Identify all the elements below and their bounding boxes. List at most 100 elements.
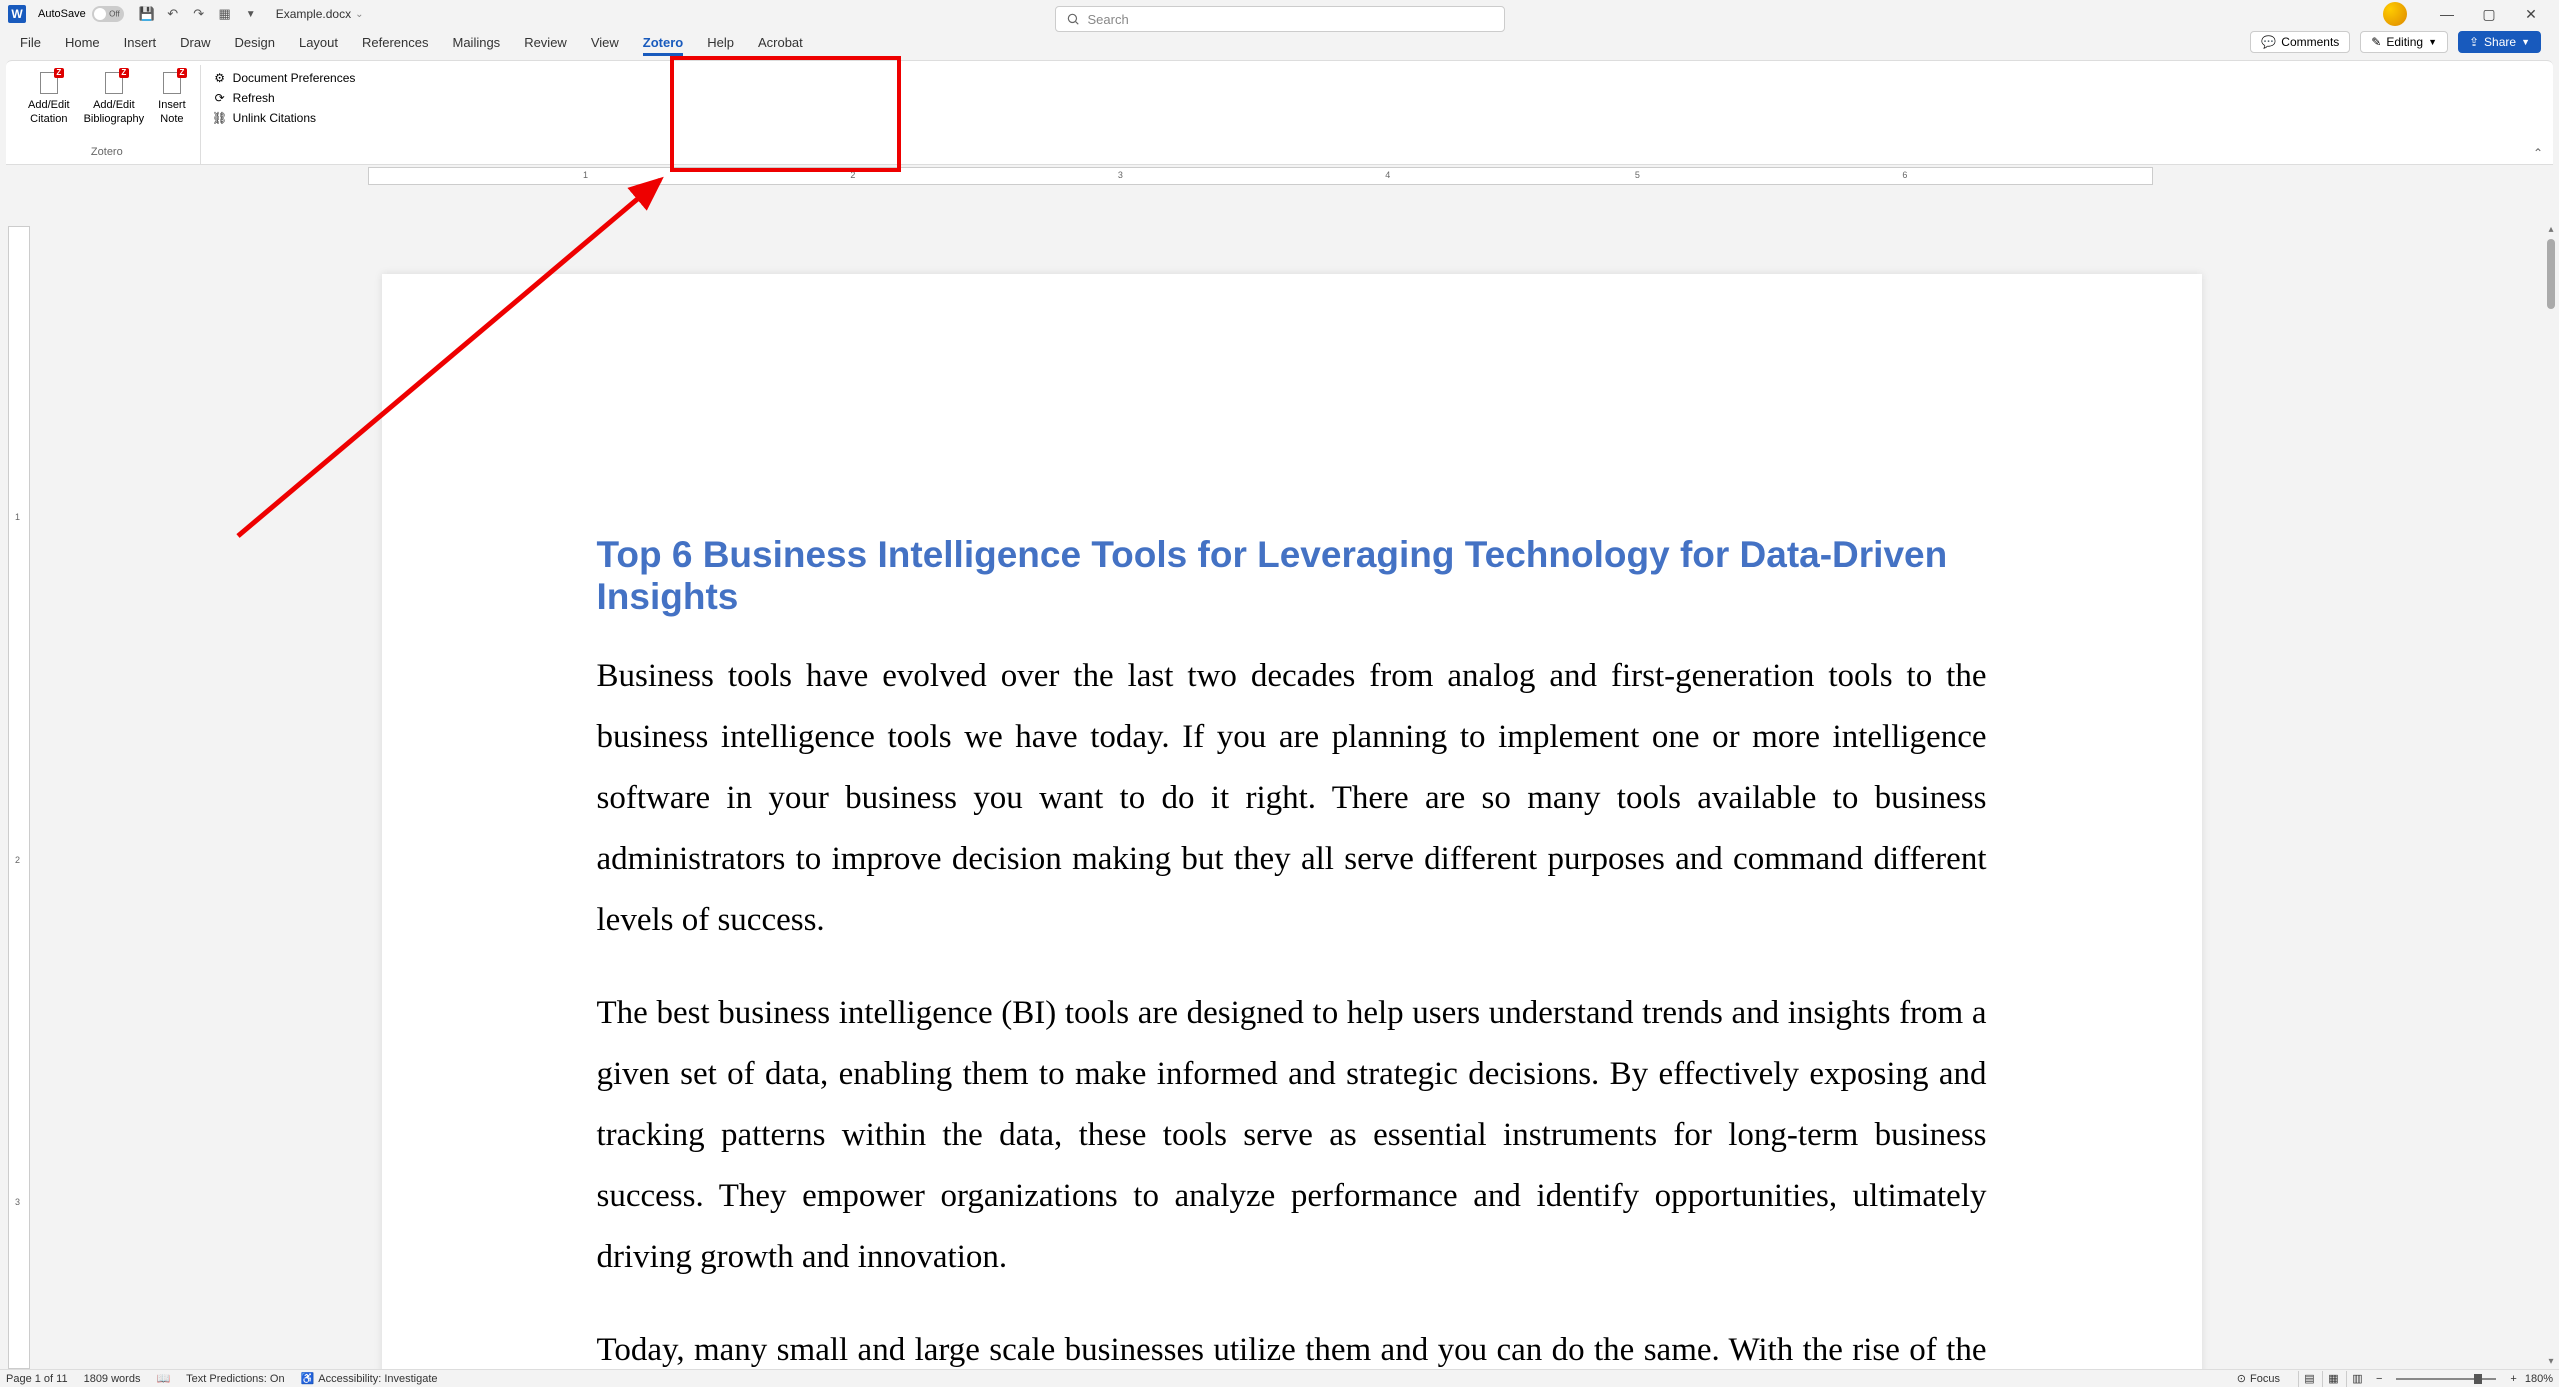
autosave-state: Off bbox=[109, 10, 120, 19]
maximize-button[interactable]: ▢ bbox=[2469, 1, 2509, 27]
tab-help[interactable]: Help bbox=[695, 31, 746, 54]
print-layout-button[interactable]: ▦ bbox=[2322, 1371, 2344, 1387]
ribbon-tabs: File Home Insert Draw Design Layout Refe… bbox=[0, 28, 2559, 56]
document-page[interactable]: Top 6 Business Intelligence Tools for Le… bbox=[382, 274, 2202, 1369]
tab-design[interactable]: Design bbox=[223, 31, 287, 54]
insert-note-button[interactable]: Z Insert Note bbox=[152, 69, 192, 146]
autosave-toggle[interactable]: Off bbox=[92, 6, 124, 22]
comments-button[interactable]: 💬 Comments bbox=[2250, 31, 2350, 53]
accessibility-icon: ♿ bbox=[301, 1372, 315, 1385]
search-placeholder: Search bbox=[1088, 12, 1129, 27]
ruler-tick: 5 bbox=[1635, 170, 1640, 180]
tab-insert[interactable]: Insert bbox=[112, 31, 169, 54]
ribbon-group-label: Zotero bbox=[22, 146, 192, 160]
editing-mode-button[interactable]: ✎ Editing ▼ bbox=[2360, 31, 2448, 53]
ribbon-btn-label: Add/Edit bbox=[93, 98, 135, 112]
tab-draw[interactable]: Draw bbox=[168, 31, 222, 54]
scroll-down-icon[interactable]: ▾ bbox=[2543, 1356, 2559, 1367]
document-preferences-button[interactable]: ⚙ Document Preferences bbox=[209, 69, 360, 87]
ruler-tick: 1 bbox=[15, 512, 20, 522]
user-avatar[interactable] bbox=[2383, 2, 2407, 26]
ribbon-collapse-button[interactable]: ⌃ bbox=[2533, 146, 2543, 160]
title-bar: W AutoSave Off 💾 ↶ ↷ ▦ ▼ Example.docx ⌄ … bbox=[0, 0, 2559, 28]
add-edit-citation-button[interactable]: Z Add/Edit Citation bbox=[22, 69, 76, 146]
search-input[interactable]: Search bbox=[1055, 6, 1505, 32]
ribbon-group-zotero: Z Add/Edit Citation Z Add/Edit Bibliogra… bbox=[14, 65, 201, 164]
ribbon-small-label: Document Preferences bbox=[233, 71, 356, 85]
gear-icon: ⚙ bbox=[213, 71, 227, 85]
ruler-tick: 3 bbox=[1118, 170, 1123, 180]
web-layout-button[interactable]: ▥ bbox=[2346, 1371, 2368, 1387]
focus-icon: ⊙ bbox=[2237, 1372, 2246, 1385]
tab-references[interactable]: References bbox=[350, 31, 440, 54]
tab-home[interactable]: Home bbox=[53, 31, 112, 54]
zotero-z-icon: Z bbox=[54, 68, 64, 78]
chevron-down-icon: ▼ bbox=[2428, 37, 2437, 47]
spelling-icon[interactable]: 📖 bbox=[156, 1372, 170, 1385]
zoom-in-button[interactable]: + bbox=[2510, 1373, 2516, 1385]
ruler-tick: 2 bbox=[850, 170, 855, 180]
unlink-citations-button[interactable]: ⛓ Unlink Citations bbox=[209, 109, 360, 127]
ruler-row: 1 2 3 4 5 6 bbox=[6, 165, 2553, 187]
accessibility-label: Accessibility: Investigate bbox=[318, 1373, 437, 1385]
ribbon-small-label: Refresh bbox=[233, 91, 275, 105]
ribbon-btn-label: Add/Edit bbox=[28, 98, 70, 112]
refresh-icon: ⟳ bbox=[213, 91, 227, 105]
accessibility-check[interactable]: ♿ Accessibility: Investigate bbox=[301, 1372, 438, 1385]
ruler-tick: 6 bbox=[1902, 170, 1907, 180]
share-button[interactable]: ⇪ Share ▼ bbox=[2458, 31, 2541, 53]
redo-icon[interactable]: ↷ bbox=[188, 3, 210, 25]
minimize-button[interactable]: — bbox=[2427, 1, 2467, 27]
tab-view[interactable]: View bbox=[579, 31, 631, 54]
tab-layout[interactable]: Layout bbox=[287, 31, 350, 54]
chevron-down-icon: ▼ bbox=[2521, 37, 2530, 47]
status-bar: Page 1 of 11 1809 words 📖 Text Predictio… bbox=[0, 1369, 2559, 1387]
ruler-tick: 4 bbox=[1385, 170, 1390, 180]
ruler-tick: 2 bbox=[15, 855, 20, 865]
document-paragraph: Business tools have evolved over the las… bbox=[597, 646, 1987, 951]
ruler-tick: 1 bbox=[583, 170, 588, 180]
qat-more-icon[interactable]: ▦ bbox=[214, 3, 236, 25]
close-button[interactable]: ✕ bbox=[2511, 1, 2551, 27]
ribbon-btn-label: Note bbox=[160, 112, 183, 126]
scroll-up-icon[interactable]: ▴ bbox=[2543, 224, 2559, 235]
page-indicator[interactable]: Page 1 of 11 bbox=[6, 1373, 68, 1385]
read-mode-button[interactable]: ▤ bbox=[2298, 1371, 2320, 1387]
document-title[interactable]: Example.docx bbox=[276, 7, 351, 21]
zoom-handle[interactable] bbox=[2474, 1374, 2482, 1384]
text-predictions[interactable]: Text Predictions: On bbox=[186, 1373, 284, 1385]
add-edit-bibliography-button[interactable]: Z Add/Edit Bibliography bbox=[78, 69, 151, 146]
zoom-out-button[interactable]: − bbox=[2376, 1373, 2382, 1385]
ribbon: Z Add/Edit Citation Z Add/Edit Bibliogra… bbox=[6, 60, 2553, 165]
filename-chevron-icon[interactable]: ⌄ bbox=[355, 9, 363, 20]
document-heading: Top 6 Business Intelligence Tools for Le… bbox=[597, 534, 1987, 618]
tab-file[interactable]: File bbox=[8, 31, 53, 54]
ribbon-btn-label: Insert bbox=[158, 98, 186, 112]
editing-label: Editing bbox=[2386, 35, 2423, 49]
focus-label: Focus bbox=[2250, 1373, 2280, 1385]
tab-review[interactable]: Review bbox=[512, 31, 579, 54]
scroll-thumb[interactable] bbox=[2547, 239, 2555, 309]
word-count[interactable]: 1809 words bbox=[84, 1373, 141, 1385]
share-icon: ⇪ bbox=[2469, 35, 2479, 49]
zotero-z-icon: Z bbox=[177, 68, 187, 78]
zoom-slider[interactable] bbox=[2396, 1378, 2496, 1380]
comment-icon: 💬 bbox=[2261, 35, 2276, 49]
vertical-scrollbar[interactable]: ▴ ▾ bbox=[2543, 224, 2559, 1369]
focus-mode-button[interactable]: ⊙ Focus bbox=[2237, 1372, 2280, 1385]
tab-mailings[interactable]: Mailings bbox=[441, 31, 513, 54]
save-icon[interactable]: 💾 bbox=[136, 3, 158, 25]
vertical-ruler[interactable]: 1 2 3 bbox=[8, 226, 30, 1369]
qat-dropdown-icon[interactable]: ▼ bbox=[240, 3, 262, 25]
horizontal-ruler[interactable]: 1 2 3 4 5 6 bbox=[368, 167, 2153, 185]
autosave-label: AutoSave bbox=[38, 8, 86, 20]
document-paragraph: The best business intelligence (BI) tool… bbox=[597, 983, 1987, 1288]
tab-zotero[interactable]: Zotero bbox=[631, 31, 695, 54]
undo-icon[interactable]: ↶ bbox=[162, 3, 184, 25]
tab-acrobat[interactable]: Acrobat bbox=[746, 31, 815, 54]
search-icon bbox=[1066, 12, 1080, 26]
pencil-icon: ✎ bbox=[2371, 35, 2381, 49]
zoom-level[interactable]: 180% bbox=[2525, 1373, 2553, 1385]
refresh-button[interactable]: ⟳ Refresh bbox=[209, 89, 360, 107]
share-label: Share bbox=[2484, 35, 2516, 49]
